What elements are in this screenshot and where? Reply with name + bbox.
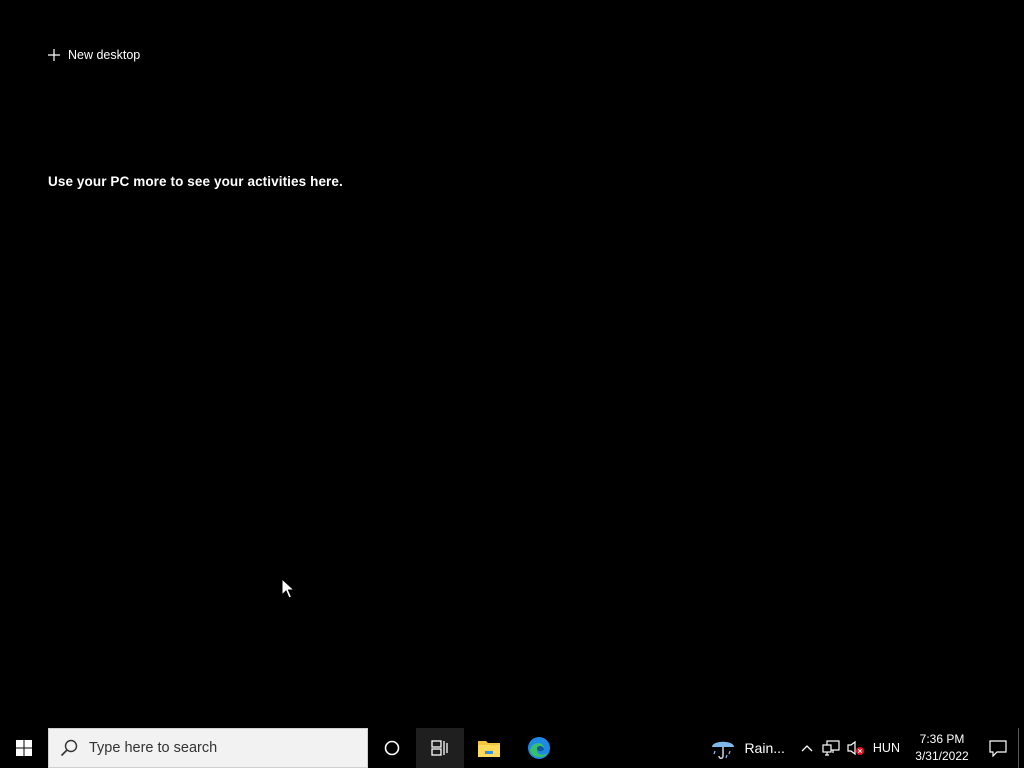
taskbar: Type here to search Rain... HUN 7:36 PM … bbox=[0, 728, 1024, 768]
weather-widget[interactable]: Rain... bbox=[704, 728, 794, 768]
umbrella-rain-icon bbox=[712, 741, 735, 759]
system-tray: Rain... HUN 7:36 PM 3/31/2022 bbox=[704, 728, 1024, 768]
task-view-button[interactable] bbox=[416, 728, 464, 768]
chevron-up-icon bbox=[801, 745, 813, 752]
task-view-icon bbox=[431, 740, 448, 756]
clock-date: 3/31/2022 bbox=[915, 749, 969, 763]
start-button[interactable] bbox=[0, 728, 48, 768]
clock-time: 7:36 PM bbox=[919, 732, 965, 746]
windows-logo-icon bbox=[16, 740, 32, 756]
edge-button[interactable] bbox=[514, 728, 564, 768]
volume-button[interactable] bbox=[843, 728, 867, 768]
file-explorer-button[interactable] bbox=[464, 728, 514, 768]
search-icon bbox=[49, 739, 89, 757]
show-hidden-icons-button[interactable] bbox=[795, 728, 819, 768]
mouse-pointer-icon bbox=[281, 578, 295, 599]
network-button[interactable] bbox=[819, 728, 843, 768]
folder-icon bbox=[478, 741, 500, 757]
search-placeholder: Type here to search bbox=[89, 740, 218, 756]
cortana-circle-icon bbox=[384, 740, 400, 756]
weather-text: Rain... bbox=[744, 740, 785, 756]
activities-empty-message: Use your PC more to see your activities … bbox=[48, 174, 343, 189]
action-center-icon bbox=[989, 740, 1007, 757]
cortana-button[interactable] bbox=[368, 728, 416, 768]
clock[interactable]: 7:36 PM 3/31/2022 bbox=[906, 728, 978, 768]
desktop-task-view: New desktop Use your PC more to see your… bbox=[0, 0, 1024, 768]
network-icon bbox=[822, 740, 840, 756]
search-box[interactable]: Type here to search bbox=[48, 728, 368, 768]
volume-muted-icon bbox=[847, 740, 864, 756]
new-desktop-button[interactable]: New desktop bbox=[44, 43, 144, 67]
edge-browser-icon bbox=[528, 737, 550, 759]
new-desktop-label: New desktop bbox=[68, 48, 141, 62]
show-desktop-button[interactable] bbox=[1018, 728, 1024, 768]
action-center-button[interactable] bbox=[978, 728, 1018, 768]
plus-icon bbox=[48, 49, 60, 61]
input-language-indicator[interactable]: HUN bbox=[867, 741, 906, 755]
